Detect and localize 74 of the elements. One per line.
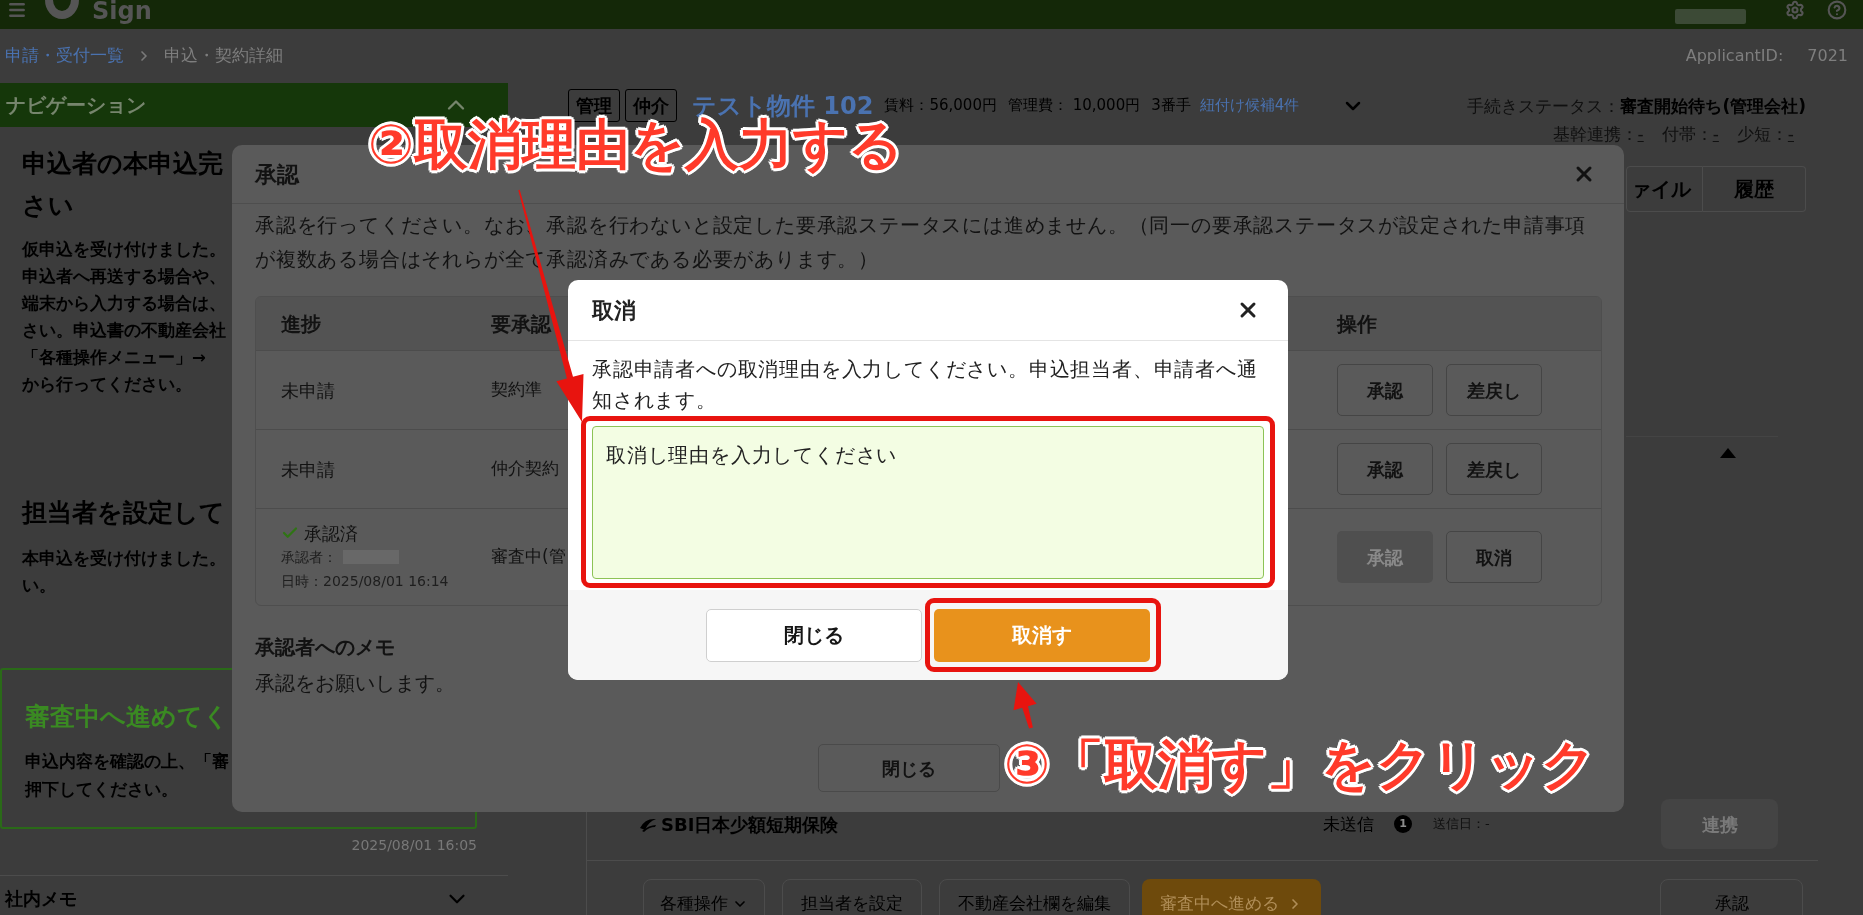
tab[interactable]: 履歴 [1703,166,1806,212]
candidates-link[interactable]: 紐付け候補4件 [1199,94,1300,117]
approver-label: 承認者： [281,547,337,567]
dialog-description: 承認申請者への取消理由を入力してください。申込担当者、申請者へ通知されます。 [592,356,1259,414]
insurer-logo-icon [639,816,657,832]
instruction-label: ③「取消す」をクリック [1004,737,1596,793]
count-badge: 1 [1394,815,1412,833]
row-action-button[interactable]: 差戻し [1446,443,1542,495]
logo-icon [42,0,82,22]
instruction-text: い。 [22,575,56,597]
property-detail: 管理費： 10,000円 [1007,95,1141,117]
column-header: 進捗 [281,310,321,338]
applicant-id-label: ApplicantID: [1685,45,1784,67]
action-button[interactable]: 不動産会社欄を編集 [939,879,1130,915]
integration-link[interactable]: - [1787,120,1794,148]
required-status: 審査中(管 [491,545,566,569]
property-detail: 賃料：56,000円 [884,95,997,117]
instruction-text: 本申込を受け付けました。 [22,548,226,570]
dialog-title: 承認 [255,160,299,189]
memo-title: 承認者へのメモ [255,634,395,661]
send-status: 未送信 [1323,814,1374,834]
collapse-triangle-icon[interactable] [1720,448,1736,458]
timestamp: 2025/08/01 16:05 [351,836,477,855]
action-card-text: 申込内容を確認の上、「審 [25,751,229,773]
category-tag: 仲介 [625,89,677,122]
instruction-text: 申込者へ再送する場合や、 [22,266,226,288]
instruction-text: 端末から入力する場合は、 [22,293,226,315]
close-button[interactable]: 閉じる [818,744,1000,792]
instruction-text: から行ってください。 [22,374,192,396]
integration-link[interactable]: - [1712,120,1719,148]
breadcrumb-link[interactable]: 申請・受付一覧 [5,43,124,69]
row-action-button[interactable]: 承認 [1337,364,1433,416]
approval-date: 日時：2025/08/01 16:14 [281,572,449,591]
memo-text: 承認をお願いします。 [255,670,455,697]
section-heading: さい [22,190,74,222]
progress-status: 承認済 [304,521,358,546]
approve-button[interactable]: 承認 [1660,879,1803,915]
advance-button[interactable]: 審査中へ進める [1142,879,1321,915]
progress-status: 未申請 [281,457,335,482]
instruction-text: 「各種操作メニュー」→ [22,347,206,369]
action-card-title: 審査中へ進めてく [25,701,229,733]
section-heading: 担当者を設定して [22,497,225,529]
settings-icon[interactable] [1784,0,1806,20]
dialog-title: 取消 [592,296,636,325]
reason-input[interactable]: 取消し理由を入力してください [592,426,1264,579]
row-action-button[interactable]: 差戻し [1446,364,1542,416]
logo-text: Sign [92,0,152,22]
action-button[interactable]: 担当者を設定 [782,879,922,915]
pointer-arrow [1013,682,1037,729]
blurred-name-block [1675,9,1746,24]
row-action-button[interactable]: 承認 [1337,443,1433,495]
progress-status: 未申請 [281,378,335,403]
status-value: 審査開始待ち(管理会社) [1620,95,1806,118]
row-action-button[interactable]: 取消 [1446,531,1542,583]
section-heading: 申込者の本申込完 [22,148,223,180]
required-status: 契約準 [491,378,542,402]
property-detail: 3番手 [1151,95,1191,117]
tab[interactable]: ァイル [1626,166,1703,212]
column-header: 操作 [1337,310,1377,338]
close-button[interactable]: 閉じる [706,608,922,662]
action-card-text: 押下してください。 [25,779,178,801]
actions-menu-button[interactable]: 各種操作 [643,879,765,915]
insurer-name: SBI日本少額短期保険 [661,812,839,837]
breadcrumb-current: 申込・契約詳細 [164,44,283,68]
required-status: 仲介契約 [491,457,559,481]
instruction-text: 仮申込を受け付けました。 [22,239,226,261]
integration-link[interactable]: - [1637,120,1644,148]
help-icon[interactable] [1826,0,1848,20]
memo-section-title[interactable]: 社内メモ [5,885,77,912]
applicant-id-value: 7021 [1807,45,1848,67]
confirm-cancel-button[interactable]: 取消す [934,608,1150,662]
navigation-title: ナビゲーション [6,92,146,119]
instruction-text: さい。申込書の不動産会社 [22,320,226,342]
column-header: 要承認 [491,310,551,338]
